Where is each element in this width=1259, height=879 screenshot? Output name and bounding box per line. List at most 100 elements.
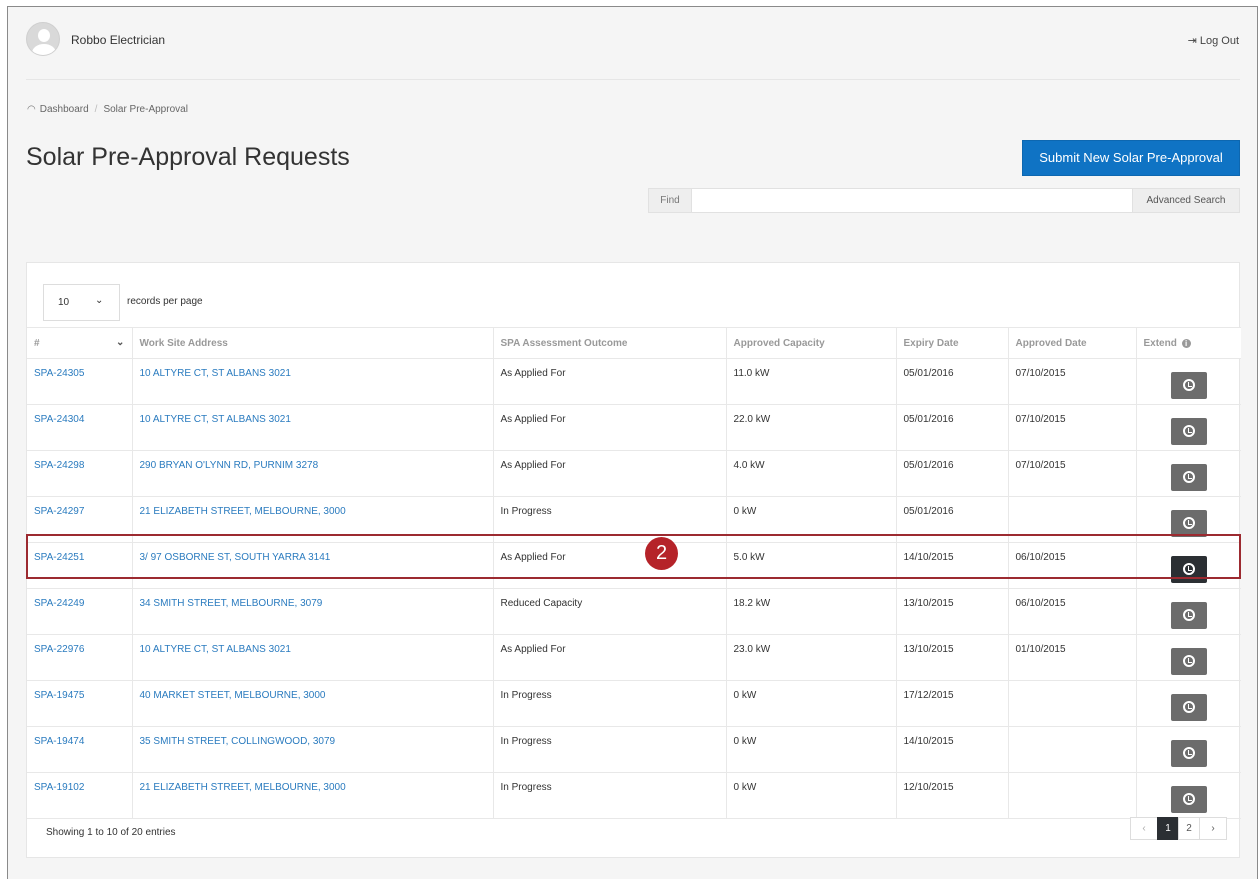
outcome-cell: As Applied For bbox=[493, 404, 727, 451]
spa-id-link[interactable]: SPA-22976 bbox=[27, 634, 133, 681]
expiry-cell: 13/10/2015 bbox=[896, 634, 1009, 681]
clock-icon bbox=[1182, 425, 1195, 437]
spa-id-link[interactable]: SPA-24305 bbox=[27, 358, 133, 405]
extend-button[interactable] bbox=[1170, 464, 1207, 491]
pagination-page-1[interactable]: 1 bbox=[1157, 817, 1179, 840]
expiry-cell: 14/10/2015 bbox=[896, 726, 1009, 773]
extend-button[interactable] bbox=[1170, 694, 1207, 721]
expiry-cell: 05/01/2016 bbox=[896, 358, 1009, 405]
capacity-cell: 22.0 kW bbox=[726, 404, 897, 451]
extend-cell bbox=[1136, 496, 1241, 543]
dashboard-gauge-icon: ◠ bbox=[27, 104, 36, 115]
capacity-cell: 5.0 kW bbox=[726, 542, 897, 589]
spa-id-link[interactable]: SPA-24304 bbox=[27, 404, 133, 451]
spa-id-link[interactable]: SPA-19475 bbox=[27, 680, 133, 727]
logout-icon: ⇥ bbox=[1187, 35, 1197, 47]
info-icon[interactable]: i bbox=[1181, 338, 1191, 348]
expiry-cell: 14/10/2015 bbox=[896, 542, 1009, 589]
clock-icon bbox=[1182, 747, 1195, 759]
column-header-expiry[interactable]: Expiry Date bbox=[896, 327, 1009, 359]
spa-id-link[interactable]: SPA-24251 bbox=[27, 542, 133, 589]
column-header-address[interactable]: Work Site Address bbox=[132, 327, 494, 359]
table-row: SPA-24297 21 ELIZABETH STREET, MELBOURNE… bbox=[27, 496, 1241, 543]
address-link[interactable]: 290 BRYAN O'LYNN RD, PURNIM 3278 bbox=[132, 450, 494, 497]
address-link[interactable]: 3/ 97 OSBORNE ST, SOUTH YARRA 3141 bbox=[132, 542, 494, 589]
clock-icon bbox=[1182, 379, 1195, 391]
spa-id-link[interactable]: SPA-24249 bbox=[27, 588, 133, 635]
outcome-cell: As Applied For bbox=[493, 450, 727, 497]
extend-button[interactable] bbox=[1170, 740, 1207, 767]
pagination-page-2[interactable]: 2 bbox=[1178, 817, 1200, 840]
capacity-cell: 0 kW bbox=[726, 680, 897, 727]
logout-link[interactable]: ⇥ Log Out bbox=[1188, 34, 1239, 47]
app-frame: Robbo Electrician ⇥ Log Out ◠ Dashboard / So… bbox=[7, 6, 1258, 879]
records-per-page-select[interactable]: 10 ⌄ bbox=[43, 284, 120, 321]
capacity-cell: 0 kW bbox=[726, 726, 897, 773]
extend-button[interactable] bbox=[1170, 648, 1207, 675]
capacity-cell: 0 kW bbox=[726, 772, 897, 819]
extend-cell bbox=[1136, 772, 1241, 819]
pagination-prev-button[interactable]: ‹ bbox=[1130, 817, 1158, 840]
page-title: Solar Pre-Approval Requests bbox=[26, 143, 350, 171]
spa-id-link[interactable]: SPA-19102 bbox=[27, 772, 133, 819]
submit-new-solar-pre-approval-button[interactable]: Submit New Solar Pre-Approval bbox=[1022, 140, 1240, 176]
expiry-cell: 17/12/2015 bbox=[896, 680, 1009, 727]
table-header-row: # ⌄ Work Site Address SPA Assessment Outc… bbox=[27, 327, 1241, 359]
breadcrumb: ◠ Dashboard / Solar Pre-Approval bbox=[27, 104, 188, 115]
column-header-id[interactable]: # ⌄ bbox=[27, 327, 133, 359]
table-row: SPA-22976 10 ALTYRE CT, ST ALBANS 3021 A… bbox=[27, 634, 1241, 681]
extend-cell bbox=[1136, 634, 1241, 681]
search-input[interactable] bbox=[691, 188, 1133, 213]
outcome-cell: In Progress bbox=[493, 680, 727, 727]
spa-id-link[interactable]: SPA-19474 bbox=[27, 726, 133, 773]
extend-button[interactable] bbox=[1170, 786, 1207, 813]
breadcrumb-dashboard[interactable]: Dashboard bbox=[40, 104, 89, 115]
address-link[interactable]: 21 ELIZABETH STREET, MELBOURNE, 3000 bbox=[132, 496, 494, 543]
address-link[interactable]: 40 MARKET STEET, MELBOURNE, 3000 bbox=[132, 680, 494, 727]
user-avatar[interactable] bbox=[26, 22, 60, 56]
outcome-cell: As Applied For bbox=[493, 634, 727, 681]
breadcrumb-solar-pre-approval: Solar Pre-Approval bbox=[103, 104, 188, 115]
capacity-cell: 23.0 kW bbox=[726, 634, 897, 681]
header-divider bbox=[26, 79, 1240, 80]
expiry-cell: 05/01/2016 bbox=[896, 404, 1009, 451]
address-link[interactable]: 35 SMITH STREET, COLLINGWOOD, 3079 bbox=[132, 726, 494, 773]
extend-button[interactable] bbox=[1170, 418, 1207, 445]
extend-cell bbox=[1136, 450, 1241, 497]
column-header-outcome[interactable]: SPA Assessment Outcome bbox=[493, 327, 727, 359]
column-header-approved[interactable]: Approved Date bbox=[1008, 327, 1137, 359]
spa-id-link[interactable]: SPA-24298 bbox=[27, 450, 133, 497]
address-link[interactable]: 10 ALTYRE CT, ST ALBANS 3021 bbox=[132, 404, 494, 451]
outcome-cell: In Progress bbox=[493, 772, 727, 819]
address-link[interactable]: 21 ELIZABETH STREET, MELBOURNE, 3000 bbox=[132, 772, 494, 819]
table-row: SPA-24298 290 BRYAN O'LYNN RD, PURNIM 32… bbox=[27, 450, 1241, 497]
top-bar: Robbo Electrician ⇥ Log Out bbox=[8, 7, 1257, 79]
avatar-head bbox=[38, 29, 50, 42]
approved-cell: 07/10/2015 bbox=[1008, 358, 1137, 405]
expiry-cell: 05/01/2016 bbox=[896, 450, 1009, 497]
extend-button[interactable] bbox=[1170, 372, 1207, 399]
avatar-body bbox=[32, 44, 56, 55]
spa-id-link[interactable]: SPA-24297 bbox=[27, 496, 133, 543]
pagination: ‹ 1 2 › bbox=[1130, 817, 1227, 840]
capacity-cell: 0 kW bbox=[726, 496, 897, 543]
advanced-search-button[interactable]: Advanced Search bbox=[1133, 188, 1240, 213]
clock-icon bbox=[1182, 517, 1195, 529]
extend-button[interactable] bbox=[1170, 510, 1207, 537]
extend-cell bbox=[1136, 588, 1241, 635]
extend-button[interactable] bbox=[1170, 602, 1207, 629]
extend-cell bbox=[1136, 404, 1241, 451]
extend-cell bbox=[1136, 726, 1241, 773]
address-link[interactable]: 10 ALTYRE CT, ST ALBANS 3021 bbox=[132, 358, 494, 405]
outcome-cell: Reduced Capacity bbox=[493, 588, 727, 635]
capacity-cell: 11.0 kW bbox=[726, 358, 897, 405]
extend-cell bbox=[1136, 542, 1241, 589]
approved-cell: 07/10/2015 bbox=[1008, 404, 1137, 451]
address-link[interactable]: 34 SMITH STREET, MELBOURNE, 3079 bbox=[132, 588, 494, 635]
extend-button-active[interactable] bbox=[1170, 556, 1207, 583]
column-header-capacity[interactable]: Approved Capacity bbox=[726, 327, 897, 359]
address-link[interactable]: 10 ALTYRE CT, ST ALBANS 3021 bbox=[132, 634, 494, 681]
approved-cell: 01/10/2015 bbox=[1008, 634, 1137, 681]
pagination-next-button[interactable]: › bbox=[1199, 817, 1227, 840]
breadcrumb-divider: / bbox=[94, 104, 98, 115]
